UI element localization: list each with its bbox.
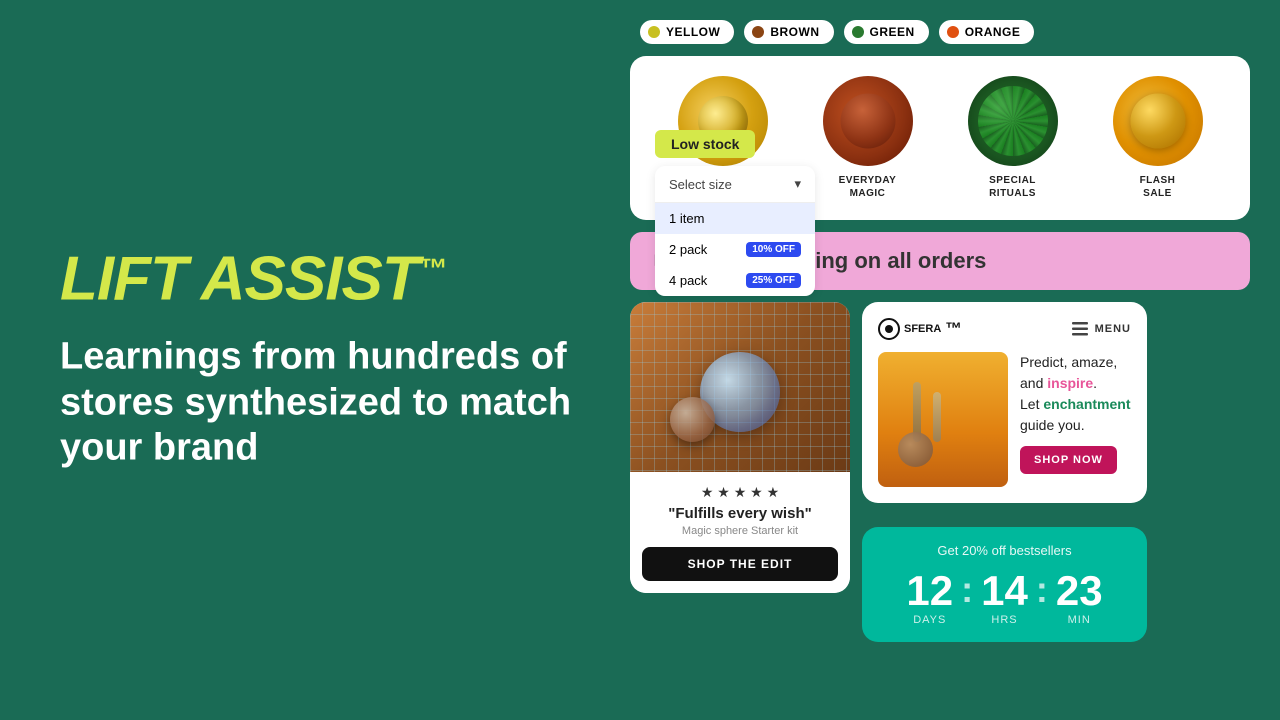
color-green[interactable]: GREEN: [844, 20, 929, 44]
countdown-separator-1: :: [961, 570, 973, 626]
sfera-content: Predict, amaze, and inspire. Let enchant…: [878, 352, 1131, 487]
countdown-card: Get 20% off bestsellers 12 DAYS : 14 HRS…: [862, 527, 1147, 642]
product-quote: "Fulfills every wish": [642, 505, 838, 522]
menu-icon: [1071, 320, 1089, 338]
green-dot: [852, 26, 864, 38]
size-option-1item[interactable]: 1 item: [655, 203, 815, 234]
color-yellow[interactable]: YELLOW: [640, 20, 734, 44]
countdown-min: 23 MIN: [1056, 570, 1103, 626]
chevron-down-icon: ▾: [794, 176, 801, 192]
right-section: YELLOW BROWN GREEN ORANGE BESTSELLERS EV…: [630, 20, 1250, 642]
sfera-logo-icon: [878, 318, 900, 340]
yellow-dot: [648, 26, 660, 38]
orange-dot: [947, 26, 959, 38]
discount-10off: 10% OFF: [746, 242, 801, 257]
product-card: ★ ★ ★ ★ ★ "Fulfills every wish" Magic sp…: [630, 302, 850, 593]
sfera-logo: SFERA™: [878, 318, 962, 340]
sfera-enchantment: enchantment: [1043, 396, 1130, 412]
category-flash-sale[interactable]: FLASHSALE: [1113, 76, 1203, 200]
size-option-4pack[interactable]: 4 pack 25% OFF: [655, 265, 815, 296]
sfera-description: Predict, amaze, and inspire. Let enchant…: [1020, 352, 1131, 487]
shop-edit-button[interactable]: SHOP THE EDIT: [642, 547, 838, 581]
countdown-label: Get 20% off bestsellers: [878, 543, 1131, 558]
sfera-menu-button[interactable]: MENU: [1071, 320, 1131, 338]
category-special-rituals[interactable]: SPECIALRITUALS: [968, 76, 1058, 200]
product-stars: ★ ★ ★ ★ ★: [642, 484, 838, 501]
sfera-product-image: [878, 352, 1008, 487]
product-info: ★ ★ ★ ★ ★ "Fulfills every wish" Magic sp…: [630, 472, 850, 593]
countdown-numbers: 12 DAYS : 14 HRS : 23 MIN: [878, 570, 1131, 626]
product-image: [630, 302, 850, 472]
bottom-row: ★ ★ ★ ★ ★ "Fulfills every wish" Magic sp…: [630, 302, 1250, 642]
discount-25off: 25% OFF: [746, 273, 801, 288]
size-selector: Select size ▾ 1 item 2 pack 10% OFF 4 pa…: [655, 166, 815, 296]
glass-sphere-small: [670, 397, 715, 442]
right-column: SFERA™ MENU: [862, 302, 1147, 642]
countdown-separator-2: :: [1036, 570, 1048, 626]
shop-now-button[interactable]: SHOP NOW: [1020, 446, 1117, 474]
sfera-card: SFERA™ MENU: [862, 302, 1147, 503]
low-stock-badge: Low stock: [655, 130, 755, 158]
category-everyday-magic[interactable]: EVERYDAYMAGIC: [823, 76, 913, 200]
everyday-magic-image: [823, 76, 913, 166]
size-option-2pack[interactable]: 2 pack 10% OFF: [655, 234, 815, 265]
brown-dot: [752, 26, 764, 38]
size-select-header[interactable]: Select size ▾: [655, 166, 815, 203]
special-rituals-image: [968, 76, 1058, 166]
hero-section: LIFT ASSIST™ Learnings from hundreds of …: [60, 249, 600, 472]
countdown-days: 12 DAYS: [906, 570, 953, 626]
color-brown[interactable]: BROWN: [744, 20, 833, 44]
sfera-inspire: inspire: [1047, 375, 1093, 391]
color-orange[interactable]: ORANGE: [939, 20, 1035, 44]
stock-size-widget: Low stock Select size ▾ 1 item 2 pack 10…: [655, 130, 815, 296]
brand-title: LIFT ASSIST™: [60, 249, 600, 311]
countdown-hrs: 14 HRS: [981, 570, 1028, 626]
sfera-header: SFERA™ MENU: [878, 318, 1131, 340]
tagline: Learnings from hundreds of stores synthe…: [60, 335, 600, 472]
product-subtitle: Magic sphere Starter kit: [642, 525, 838, 537]
flash-sale-image: [1113, 76, 1203, 166]
color-selector: YELLOW BROWN GREEN ORANGE: [630, 20, 1250, 44]
